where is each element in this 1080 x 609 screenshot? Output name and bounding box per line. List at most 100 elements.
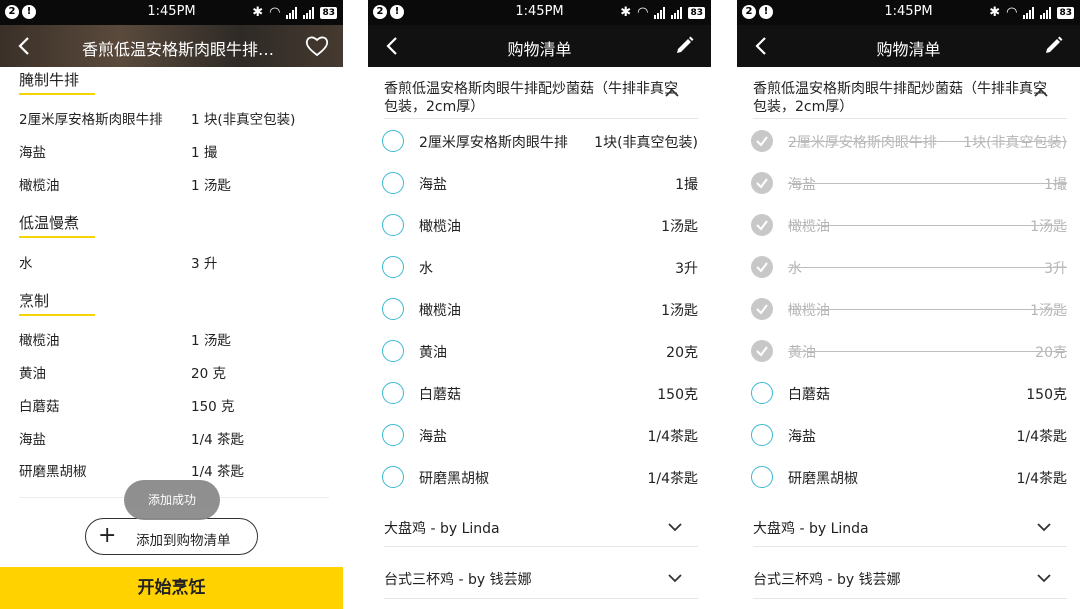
start-cooking-button[interactable]: 开始烹饪 xyxy=(0,567,343,609)
shopping-list-item[interactable]: 海盐 1/4茶匙 xyxy=(382,422,698,452)
item-name: 海盐 xyxy=(419,177,447,193)
item-quantity: 1汤匙 xyxy=(1030,219,1067,235)
shopping-list-item[interactable]: 橄榄油 1汤匙 xyxy=(382,296,698,326)
shopping-list-item[interactable]: 水 3升 xyxy=(751,254,1067,284)
wifi-icon: ◠ xyxy=(637,5,649,20)
recipe-title: 香煎低温安格斯肉眼牛排… xyxy=(82,40,275,59)
unchecked-circle-icon[interactable] xyxy=(382,424,404,446)
item-name: 黄油 xyxy=(419,345,447,361)
shopping-list-item[interactable]: 海盐 1/4茶匙 xyxy=(751,422,1067,452)
unchecked-circle-icon[interactable] xyxy=(382,214,404,236)
shopping-list-item[interactable]: 海盐 1撮 xyxy=(751,170,1067,200)
recipe-detail-screen: 2 ! 1:45PM ✱ ◠ 83 香煎低温安格斯肉眼牛排… 腌制牛排 2厘米厚… xyxy=(0,0,343,609)
status-bar: 2 ! 1:45PM ✱ ◠ 83 xyxy=(0,0,343,25)
item-name: 白蘑菇 xyxy=(788,387,830,403)
shopping-list-item[interactable]: 水 3升 xyxy=(382,254,698,284)
signal-icon xyxy=(303,6,315,19)
item-quantity: 1汤匙 xyxy=(661,303,698,319)
checked-circle-icon[interactable] xyxy=(751,340,773,362)
heart-icon[interactable] xyxy=(305,35,329,57)
shopping-list-item[interactable]: 黄油 20克 xyxy=(751,338,1067,368)
item-quantity: 1/4茶匙 xyxy=(1016,429,1067,445)
chevron-up-icon[interactable] xyxy=(1034,88,1048,98)
item-quantity: 3升 xyxy=(675,261,698,277)
shopping-list-header: 购物清单 xyxy=(737,25,1080,67)
checked-circle-icon[interactable] xyxy=(751,130,773,152)
item-name: 2厘米厚安格斯肉眼牛排 xyxy=(419,135,568,151)
unchecked-circle-icon[interactable] xyxy=(382,256,404,278)
shopping-list-group[interactable]: 大盘鸡 - by Linda xyxy=(753,518,1067,548)
section-heading-marinate: 腌制牛排 xyxy=(19,69,95,95)
shopping-list-item[interactable]: 2厘米厚安格斯肉眼牛排 1块(非真空包装) xyxy=(382,128,698,158)
checked-circle-icon[interactable] xyxy=(751,172,773,194)
bluetooth-icon: ✱ xyxy=(989,5,1001,20)
unchecked-circle-icon[interactable] xyxy=(382,382,404,404)
checked-circle-icon[interactable] xyxy=(751,298,773,320)
item-name: 2厘米厚安格斯肉眼牛排 xyxy=(788,135,937,151)
unchecked-circle-icon[interactable] xyxy=(382,340,404,362)
shopping-list-item[interactable]: 橄榄油 1汤匙 xyxy=(382,212,698,242)
checked-circle-icon[interactable] xyxy=(751,256,773,278)
ingredient-row: 橄榄油 1 汤匙 xyxy=(19,178,231,194)
item-name: 研磨黑胡椒 xyxy=(788,471,858,487)
item-quantity: 3升 xyxy=(1044,261,1067,277)
shopping-list-item[interactable]: 研磨黑胡椒 1/4茶匙 xyxy=(751,464,1067,494)
chevron-up-icon[interactable] xyxy=(665,88,679,98)
recipe-group-title[interactable]: 香煎低温安格斯肉眼牛排配炒菌菇（牛排非真空包装，2cm厚） xyxy=(753,80,1053,116)
item-name: 白蘑菇 xyxy=(419,387,461,403)
signal-icon xyxy=(1023,6,1035,19)
item-name: 海盐 xyxy=(788,429,816,445)
divider xyxy=(753,598,1067,599)
ingredient-row: 研磨黑胡椒 1/4 茶匙 xyxy=(19,464,245,480)
shopping-list-header: 购物清单 xyxy=(368,25,711,67)
strikethrough-line xyxy=(788,183,1067,184)
shopping-list-checked-screen: 2 ! 1:45PM ✱ ◠ 83 购物清单 香煎低温安格斯肉眼牛排配炒菌菇（牛… xyxy=(737,0,1080,609)
shopping-list-item[interactable]: 白蘑菇 150克 xyxy=(382,380,698,410)
strikethrough-line xyxy=(788,267,1067,268)
section-heading-sous-vide: 低温慢煮 xyxy=(19,212,95,238)
shopping-list-group[interactable]: 台式三杯鸡 - by 钱芸娜 xyxy=(384,569,698,599)
divider xyxy=(753,546,1067,547)
signal-icon xyxy=(1040,6,1052,19)
unchecked-circle-icon[interactable] xyxy=(751,466,773,488)
item-name: 橄榄油 xyxy=(419,303,461,319)
item-quantity: 1块(非真空包装) xyxy=(594,135,698,151)
unchecked-circle-icon[interactable] xyxy=(382,172,404,194)
recipe-group-title[interactable]: 香煎低温安格斯肉眼牛排配炒菌菇（牛排非真空包装，2cm厚） xyxy=(384,80,684,116)
shopping-list-item[interactable]: 海盐 1撮 xyxy=(382,170,698,200)
shopping-list-screen: 2 ! 1:45PM ✱ ◠ 83 购物清单 香煎低温安格斯肉眼牛排配炒菌菇（牛… xyxy=(368,0,711,609)
unchecked-circle-icon[interactable] xyxy=(382,130,404,152)
shopping-list-item[interactable]: 2厘米厚安格斯肉眼牛排 1块(非真空包装) xyxy=(751,128,1067,158)
item-name: 橄榄油 xyxy=(788,303,830,319)
unchecked-circle-icon[interactable] xyxy=(382,466,404,488)
item-name: 海盐 xyxy=(419,429,447,445)
shopping-list-item[interactable]: 研磨黑胡椒 1/4茶匙 xyxy=(382,464,698,494)
ingredient-row: 黄油 20 克 xyxy=(19,366,226,382)
edit-pencil-icon[interactable] xyxy=(1042,35,1066,57)
item-quantity: 1/4茶匙 xyxy=(647,429,698,445)
bluetooth-icon: ✱ xyxy=(620,5,632,20)
chevron-down-icon xyxy=(668,574,682,583)
divider xyxy=(384,546,698,547)
unchecked-circle-icon[interactable] xyxy=(382,298,404,320)
add-to-shopping-list-button[interactable]: + 添加到购物清单 xyxy=(85,518,258,555)
unchecked-circle-icon[interactable] xyxy=(751,424,773,446)
strikethrough-line xyxy=(788,225,1067,226)
item-quantity: 150克 xyxy=(657,387,698,403)
shopping-list-item[interactable]: 橄榄油 1汤匙 xyxy=(751,296,1067,326)
shopping-list-item[interactable]: 橄榄油 1汤匙 xyxy=(751,212,1067,242)
shopping-list-group[interactable]: 台式三杯鸡 - by 钱芸娜 xyxy=(753,569,1067,599)
shopping-list-group[interactable]: 大盘鸡 - by Linda xyxy=(384,518,698,548)
shopping-list-item[interactable]: 白蘑菇 150克 xyxy=(751,380,1067,410)
item-quantity: 150克 xyxy=(1026,387,1067,403)
back-arrow-icon[interactable] xyxy=(14,35,36,57)
edit-pencil-icon[interactable] xyxy=(673,35,697,57)
wifi-icon: ◠ xyxy=(269,5,281,20)
unchecked-circle-icon[interactable] xyxy=(751,382,773,404)
divider xyxy=(384,118,698,119)
recipe-header: 香煎低温安格斯肉眼牛排… xyxy=(0,25,343,67)
signal-icon xyxy=(654,6,666,19)
strikethrough-line xyxy=(788,141,1067,142)
shopping-list-item[interactable]: 黄油 20克 xyxy=(382,338,698,368)
checked-circle-icon[interactable] xyxy=(751,214,773,236)
